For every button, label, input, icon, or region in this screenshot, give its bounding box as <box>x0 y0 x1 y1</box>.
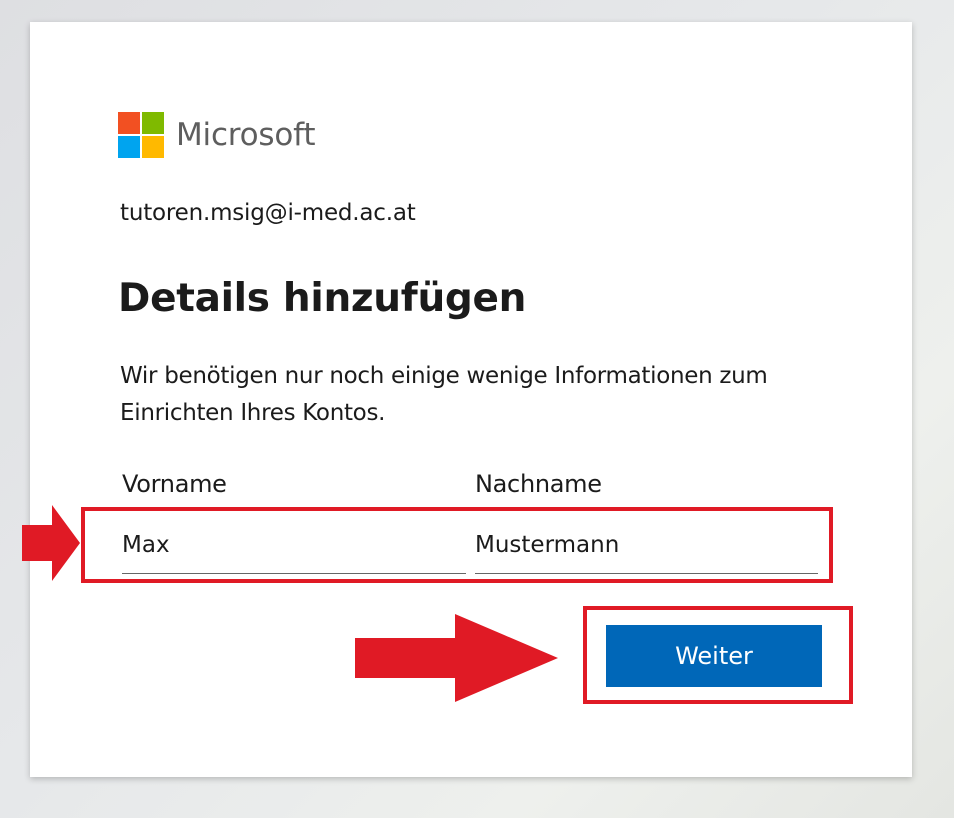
account-email: tutoren.msig@i-med.ac.at <box>120 200 416 226</box>
arrow-right-icon <box>355 614 558 702</box>
name-fields-highlight-box <box>81 507 833 583</box>
logo-square-blue <box>118 136 140 158</box>
last-name-label: Nachname <box>475 470 602 498</box>
logo-square-yellow <box>142 136 164 158</box>
microsoft-logo: Microsoft <box>118 112 315 158</box>
logo-square-red <box>118 112 140 134</box>
form-description: Wir benötigen nur noch einige wenige Inf… <box>120 363 768 426</box>
arrow-right-icon <box>22 505 80 581</box>
first-name-label: Vorname <box>122 470 227 498</box>
microsoft-logo-icon <box>118 112 164 158</box>
logo-square-green <box>142 112 164 134</box>
next-button-highlight-box <box>583 606 853 704</box>
page-title: Details hinzufügen <box>118 276 527 321</box>
logo-text: Microsoft <box>176 117 316 153</box>
